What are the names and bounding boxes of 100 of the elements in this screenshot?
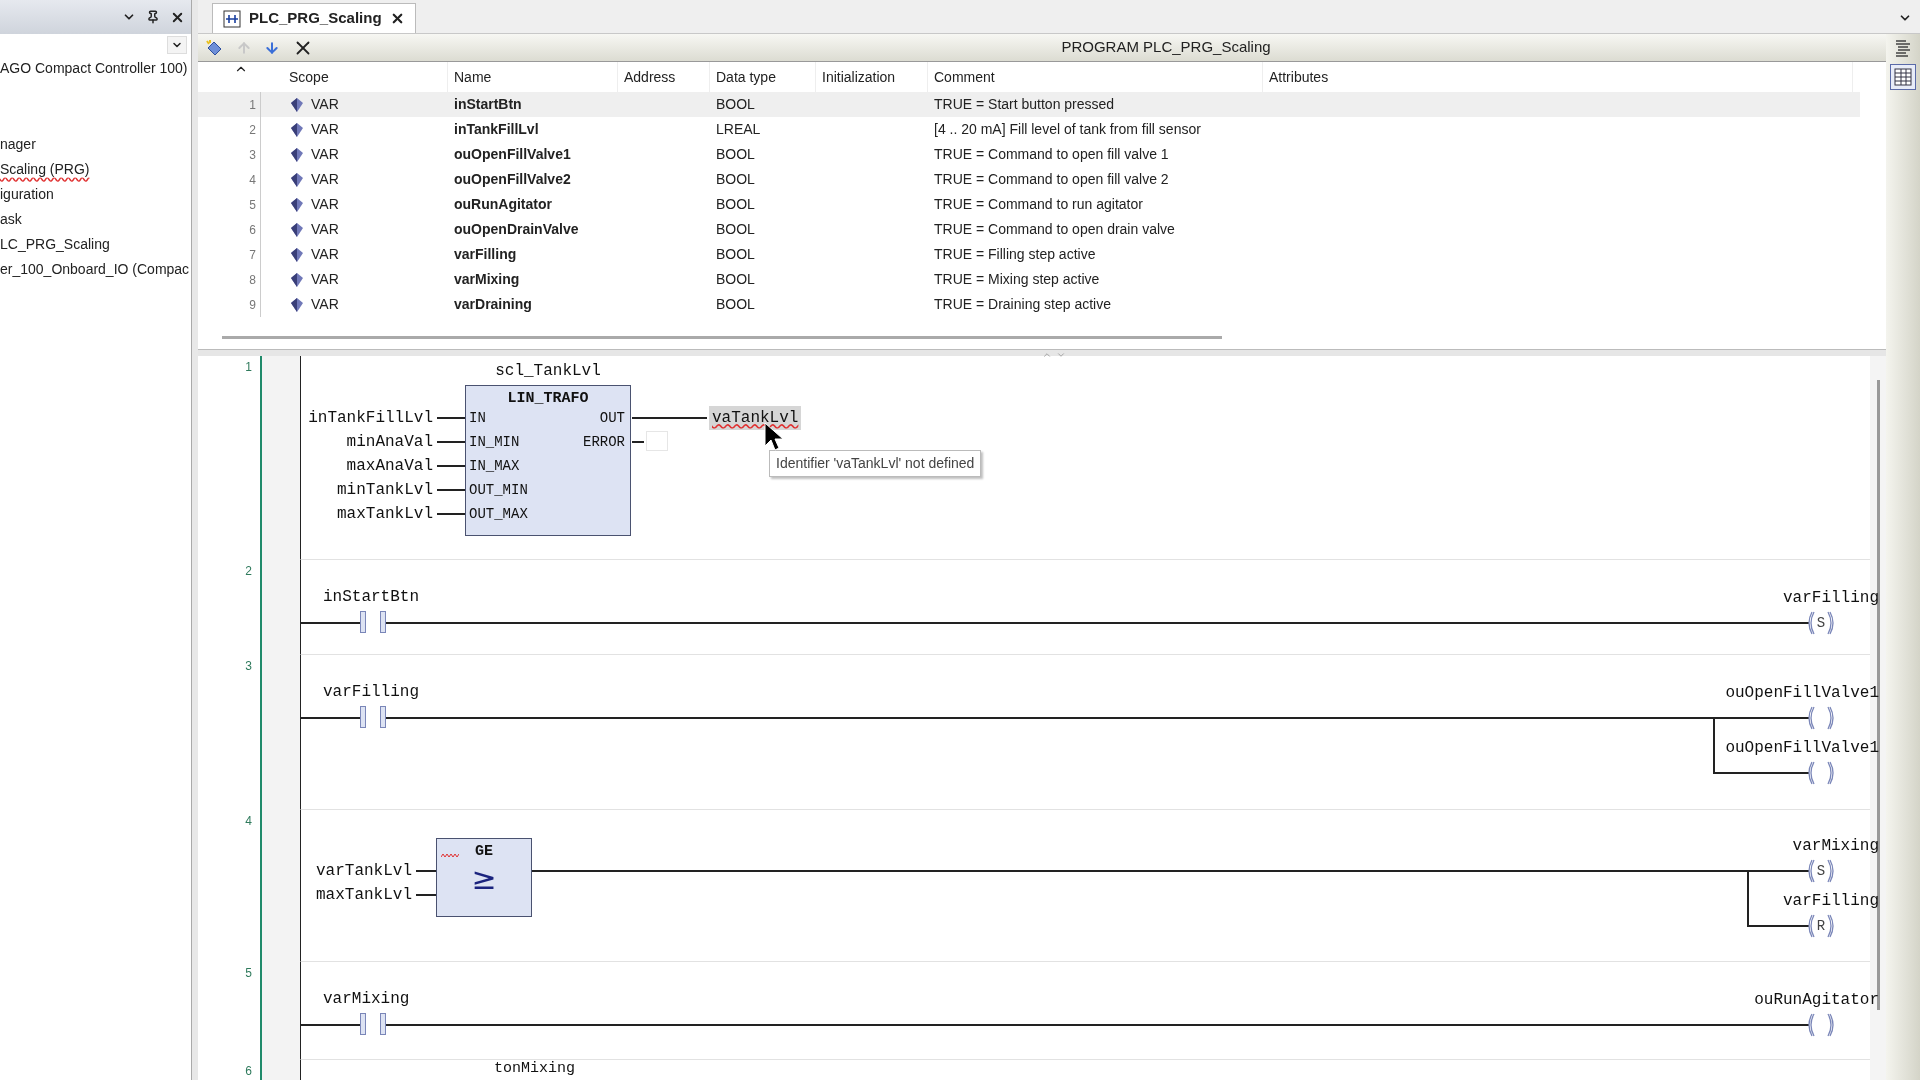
data-type-cell-text: BOOL <box>715 95 756 114</box>
pin-icon[interactable] <box>146 10 160 24</box>
input-variable: inTankFillLvl <box>308 408 433 429</box>
table-row[interactable]: 1 VAR inStartBtn BOOL TRUE = Start button pressed <box>198 92 1860 117</box>
data-type-cell-text: LREAL <box>715 120 762 139</box>
table-row[interactable]: 4 VAR ouOpenFillValve2 BOOL TRUE = Command to open fill valve 2 <box>198 167 1860 192</box>
table-row[interactable]: 7 VAR varFilling BOOL TRUE = Filling step active <box>198 242 1860 267</box>
coil-label: varMixing <box>1792 836 1879 857</box>
block-type: LIN_TRAFO <box>506 389 590 409</box>
name-cell-text: ouRunAgitator <box>453 195 553 214</box>
data-type-cell-text: BOOL <box>715 170 756 189</box>
coil-label: varFilling <box>1783 891 1879 912</box>
coil-label: ouOpenFillValve1 <box>1725 683 1879 704</box>
pin-label: IN <box>469 409 486 428</box>
comment-cell-text: TRUE = Start button pressed <box>933 95 1116 114</box>
wire <box>301 1024 360 1026</box>
line-number: 1 <box>248 96 257 114</box>
comparison-symbol: ≥ <box>471 863 497 894</box>
tree-item[interactable]: AGO Compact Controller 100) <box>0 56 191 81</box>
input-variable: maxTankLvl <box>316 885 412 906</box>
name-cell-text: ouOpenFillValve1 <box>453 145 572 164</box>
wire <box>437 513 465 515</box>
data-type-cell-text: BOOL <box>715 295 756 314</box>
add-variable-icon[interactable] <box>204 37 224 58</box>
variable-icon <box>291 147 303 162</box>
tree-item[interactable]: ask <box>0 207 191 232</box>
wire <box>416 870 436 872</box>
output-coil <box>1807 705 1835 731</box>
input-variable: minTankLvl <box>337 480 433 501</box>
pin-label: ERROR <box>583 433 625 452</box>
line-number: 2 <box>248 121 257 139</box>
table-row[interactable]: 2 VAR inTankFillLvl LREAL [4 .. 20 mA] Fill level of tank from fill sensor <box>198 117 1860 142</box>
tree-item[interactable]: LC_PRG_Scaling <box>0 232 191 257</box>
comment-cell-text: [4 .. 20 mA] Fill level of tank from fill sensor <box>933 120 1202 139</box>
pin-label: OUT <box>599 409 625 428</box>
comment-cell-text: TRUE = Draining step active <box>933 295 1113 314</box>
table-row[interactable]: 6 VAR ouOpenDrainValve BOOL TRUE = Command to open drain valve <box>198 217 1860 242</box>
variable-icon <box>291 247 303 262</box>
table-row[interactable]: 3 VAR ouOpenFillValve1 BOOL TRUE = Command to open fill valve 1 <box>198 142 1860 167</box>
output-variable: vaTankLvl <box>709 406 802 430</box>
output-coil <box>1807 760 1835 786</box>
network-number: 6 <box>245 1064 252 1078</box>
input-variable: minAnaVal <box>346 432 433 453</box>
scope-cell-text: VAR <box>311 95 339 114</box>
horizontal-scrollbar[interactable] <box>222 336 1222 339</box>
coil-label: ouRunAgitator <box>1754 990 1879 1011</box>
table-row[interactable]: 8 VAR varMixing BOOL TRUE = Mixing step active <box>198 267 1860 292</box>
tree-item[interactable]: iguration <box>0 182 191 207</box>
data-type-cell-text: BOOL <box>715 220 756 239</box>
cursor-icon <box>764 422 784 452</box>
move-down-icon[interactable] <box>264 39 280 56</box>
line-number: 3 <box>248 146 257 164</box>
variable-icon <box>291 122 303 137</box>
output-coil <box>1807 1012 1835 1038</box>
line-number: 6 <box>248 221 257 239</box>
name-cell-text: varDraining <box>453 295 533 314</box>
table-row[interactable]: 9 VAR varDraining BOOL TRUE = Draining step active <box>198 292 1860 317</box>
block-type: GE <box>475 842 493 862</box>
pin-label: OUT_MIN <box>469 481 528 500</box>
instance-name: scl_TankLvl <box>494 361 602 382</box>
scope-cell-text: VAR <box>311 145 339 164</box>
name-cell-text: varMixing <box>453 270 521 289</box>
input-variable: maxTankLvl <box>337 504 433 525</box>
variable-icon <box>291 222 303 237</box>
coil-label: ouOpenFillValve1 <box>1725 738 1879 759</box>
data-type-cell-text: BOOL <box>715 145 756 164</box>
table-view-icon <box>1894 68 1912 86</box>
pin-label: IN_MIN <box>469 433 520 452</box>
coil-label: varFilling <box>1783 588 1879 609</box>
data-type-cell-text: BOOL <box>715 195 756 214</box>
comment-cell-text: TRUE = Mixing step active <box>933 270 1101 289</box>
wire <box>437 417 465 419</box>
scope-cell-text: VAR <box>311 170 339 189</box>
tree-item[interactable]: nager <box>0 132 191 157</box>
error-tooltip: Identifier 'vaTankLvl' not defined <box>769 450 982 477</box>
input-variable: varTankLvl <box>316 861 412 882</box>
dropdown-button[interactable] <box>167 36 187 54</box>
editor-tab[interactable]: PLC_PRG_Scaling <box>212 3 416 33</box>
table-view-button[interactable] <box>1890 64 1916 90</box>
variable-icon <box>291 172 303 187</box>
editor-title: PROGRAM PLC_PRG_Scaling <box>1060 37 1272 58</box>
table-row[interactable]: 5 VAR ouRunAgitator BOOL TRUE = Command to run agitator <box>198 192 1860 217</box>
wire <box>301 717 360 719</box>
comment-cell-text: TRUE = Filling step active <box>933 245 1097 264</box>
line-number: 9 <box>248 296 257 314</box>
text-view-icon[interactable] <box>1894 38 1912 58</box>
comment-cell-text: TRUE = Command to run agitator <box>933 195 1144 214</box>
tree-item[interactable]: er_100_Onboard_IO (Compac <box>0 257 191 282</box>
line-number: 5 <box>248 196 257 214</box>
line-number: 8 <box>248 271 257 289</box>
line-number: 4 <box>248 171 257 189</box>
name-cell-text: ouOpenFillValve2 <box>453 170 572 189</box>
scope-cell-text: VAR <box>311 220 339 239</box>
wire <box>632 441 644 443</box>
network-number: 5 <box>245 966 252 980</box>
name-cell-text: inTankFillLvl <box>453 120 540 139</box>
wire <box>437 441 465 443</box>
tree-item[interactable]: Scaling (PRG) <box>0 157 191 182</box>
output-coil: S <box>1807 610 1835 636</box>
pin-label: IN_MAX <box>469 457 520 476</box>
